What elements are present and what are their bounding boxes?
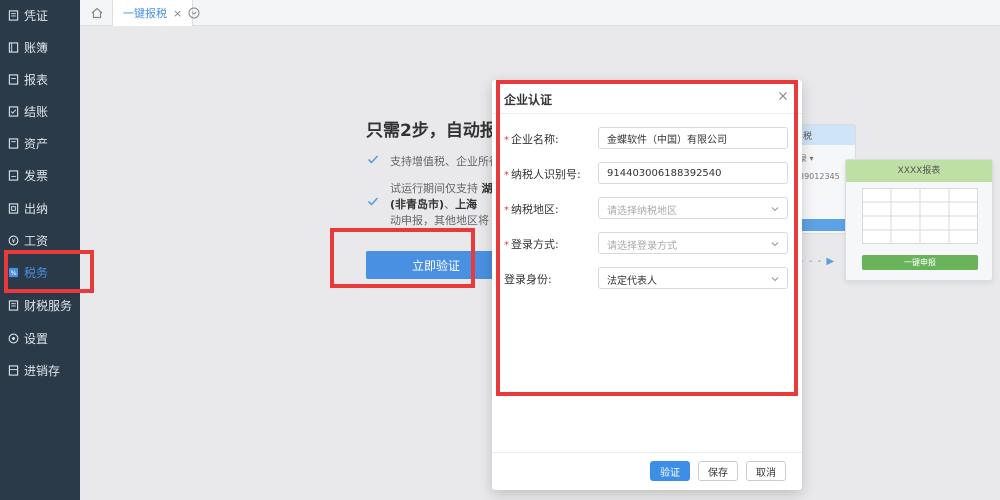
chevron-down-circle-icon[interactable]	[188, 7, 200, 19]
check-icon	[366, 152, 380, 166]
illustration-report-title: XXXX报表	[846, 160, 992, 182]
sidebar-item-label: 报表	[24, 72, 49, 87]
sidebar-item-cashier[interactable]: 出纳	[0, 196, 80, 220]
document-icon	[8, 9, 19, 21]
feature-text-2-line1: 试运行期间仅支持 湖	[390, 180, 493, 196]
service-icon	[8, 299, 19, 311]
feature-region: 上海	[455, 198, 478, 211]
tab-bar: 一键报税 ×	[80, 0, 1000, 26]
feature-text-2-line3: 动申报，其他地区将	[390, 214, 489, 227]
cancel-button[interactable]: 取消	[746, 461, 786, 481]
invoice-icon	[8, 169, 19, 181]
sidebar-item-salary[interactable]: ¥ 工资	[0, 228, 80, 252]
sidebar-item-ledger[interactable]: 账簿	[0, 35, 80, 59]
svg-text:¥: ¥	[11, 236, 15, 244]
feature-region: 湖	[481, 182, 493, 195]
closing-icon	[8, 105, 19, 117]
feature-text: 、	[444, 198, 456, 211]
feature-region: (非青岛市)	[390, 198, 445, 211]
sidebar-item-label: 进销存	[24, 363, 61, 378]
salary-icon: ¥	[8, 235, 19, 246]
illustration-declare-button: 一键申报	[862, 255, 978, 270]
sidebar-item-label: 账簿	[24, 40, 49, 55]
divider	[492, 452, 802, 453]
cashier-icon	[8, 202, 19, 214]
sidebar-item-label: 发票	[24, 168, 49, 183]
sidebar-item-label: 出纳	[24, 201, 49, 216]
settings-icon	[8, 333, 19, 344]
sidebar-item-label: 设置	[24, 331, 49, 346]
highlight-box-tax-nav	[4, 250, 94, 293]
illustration-report-card: XXXX报表 一键申报	[845, 159, 993, 281]
sidebar-item-label: 资产	[24, 136, 49, 151]
sidebar-item-asset[interactable]: 资产	[0, 131, 80, 155]
sidebar-item-label: 凭证	[24, 8, 49, 23]
sidebar-item-closing[interactable]: 结账	[0, 99, 80, 123]
feature-text-2-line2: (非青岛市)、上海	[390, 196, 477, 212]
sidebar-item-label: 财税服务	[24, 298, 73, 313]
illustration-table-grid	[862, 188, 978, 244]
sidebar-item-settings[interactable]: 设置	[0, 326, 80, 350]
illustration-button	[799, 219, 849, 231]
tab-label: 一键报税	[123, 7, 167, 20]
sidebar-item-report[interactable]: 报表	[0, 67, 80, 91]
check-icon	[366, 194, 380, 208]
ledger-icon	[8, 41, 19, 53]
highlight-box-verify-button	[330, 228, 475, 288]
close-icon[interactable]: ×	[173, 7, 182, 20]
sidebar-item-voucher[interactable]: 凭证	[0, 3, 80, 27]
feature-text: 试运行期间仅支持	[390, 182, 482, 195]
sidebar-item-label: 结账	[24, 104, 49, 119]
sidebar-item-inventory[interactable]: 进销存	[0, 358, 80, 382]
asset-icon	[8, 137, 19, 149]
sidebar-item-label: 工资	[24, 233, 49, 248]
inventory-icon	[8, 364, 19, 376]
home-icon[interactable]	[90, 6, 104, 20]
sidebar-item-service[interactable]: 财税服务	[0, 293, 80, 317]
report-icon	[8, 73, 19, 85]
sidebar-item-invoice[interactable]: 发票	[0, 163, 80, 187]
save-button[interactable]: 保存	[698, 461, 738, 481]
verify-button[interactable]: 验证	[650, 461, 690, 481]
highlight-box-auth-form	[496, 80, 798, 396]
tab-one-click-tax[interactable]: 一键报税 ×	[112, 0, 194, 26]
illustration-arrow: - - - ▶	[800, 256, 836, 267]
feature-text-1: 支持增值税、企业所得	[390, 155, 500, 168]
